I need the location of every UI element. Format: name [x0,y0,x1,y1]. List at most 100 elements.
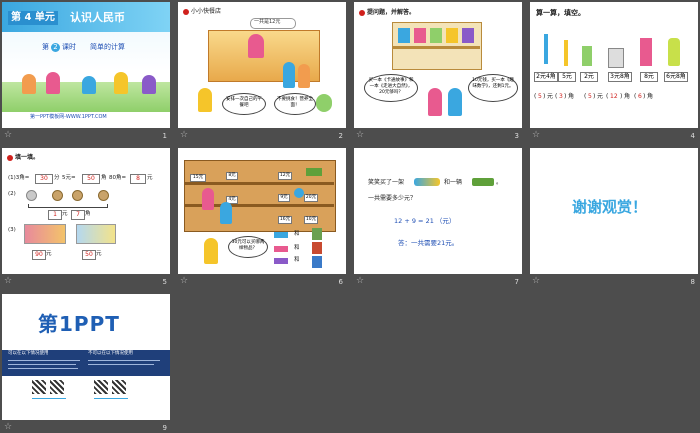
answer-paren: ( [606,93,609,100]
slide-thumbnail-4[interactable]: 算一算，填空。 2元4角 5元 2元 3元8角 8元 6元8角 ( 5 ) 元 … [530,2,698,140]
slide-thumbnail-2[interactable]: 小小快餐店 一共是12元 安排一次自己的午餐吧 不要挑食！营养全面！ ☆ 2 [178,2,346,140]
glue-icon [582,46,592,66]
coin-icon [72,190,83,201]
slide-number: 8 [690,278,695,286]
slide-thumbnail-7[interactable]: 笑笑买了一架 和一辆 。 一共需要多少元？ 12 + 9 = 21 （元） 答：… [354,148,522,286]
slide-8-canvas: 谢谢观赏！ [530,148,698,274]
price-tag: 2元 [580,72,598,82]
question-text: 元 [96,251,102,257]
slide-transition-icon: ☆ [4,276,13,286]
slide-number: 5 [162,278,167,286]
unit-title: 认识人民币 [70,11,125,24]
lesson-name: 简单的计算 [90,43,125,51]
answer-value: 5 [538,93,542,100]
slide-thumbnail-9[interactable]: 第1PPT 可以在以下情况使用 不可以在以下情况使用 ☆ 9 [2,294,170,432]
pen-icon [544,34,548,64]
answer-value: 12 [610,93,618,100]
bullet-icon [359,10,365,16]
mascot-figure [316,94,332,112]
answer-unit: 角 [647,93,654,100]
coin-icon [26,190,37,201]
slide-number: 4 [690,132,695,140]
answer-unit: 角 [624,93,631,100]
question-text: 。 [496,179,503,186]
bullet-icon [183,9,189,15]
shopkeeper-figure [202,188,214,210]
answer-box: 90 [32,250,46,260]
slide-transition-icon: ☆ [356,130,365,140]
robot-icon [312,256,322,268]
slide-thumbnail-6[interactable]: 15元 8元 12元 4元 9元 20元 16元 10元 30元可以买哪两样物品… [178,148,346,286]
child-figure [142,75,156,94]
price-tag: 12元 [278,172,292,180]
toy-icon [294,188,304,198]
banknote-group [76,224,116,244]
slide-number: 2 [338,132,343,140]
answer-box: 50 [82,174,100,184]
qr-code [112,380,126,394]
slide-transition-icon: ☆ [532,130,541,140]
footer-text: 第一PPT模板网-WWW.1PPT.COM [30,114,107,120]
unit-badge: 第 4 单元 [8,11,58,25]
lesson-number: 2 [51,43,60,52]
shelf-board [392,46,480,49]
slide-thumbnail-8[interactable]: 谢谢观赏！ ☆ 8 [530,148,698,286]
slide-4-canvas: 算一算，填空。 2元4角 5元 2元 3元8角 8元 6元8角 ( 5 ) 元 … [530,2,698,128]
child-figure [298,64,310,88]
slide-transition-icon: ☆ [4,422,13,432]
coin-icon [98,190,109,201]
usage-col-title: 不可以在以下情况使用 [88,351,133,356]
answer-value: 5 [588,93,592,100]
answer-paren: ( [634,93,637,100]
book [462,28,474,43]
slide-transition-icon: ☆ [4,130,13,140]
bottle-icon [668,38,680,66]
qr-code [94,380,108,394]
price-tag: 9元 [278,194,290,202]
question-text: 一共需要多少元？ [368,195,417,202]
answer-unit: 元 [547,93,554,100]
slide-1-canvas: 第 4 单元 认识人民币 第 2 课时 简单的计算 第一PPT模板网-WWW.1… [2,2,170,128]
coin-icon [52,190,63,201]
price-tag: 16元 [278,216,292,224]
slide-9-canvas: 第1PPT 可以在以下情况使用 不可以在以下情况使用 [2,294,170,420]
lesson-suffix: 课时 [62,43,76,51]
thanks-text: 谢谢观赏！ [572,198,648,216]
boy-figure [448,88,462,116]
answer-unit: ) [643,93,646,100]
pencil-icon [564,40,568,66]
slide-6-canvas: 15元 8元 12元 4元 9元 20元 16元 10元 30元可以买哪两样物品… [178,148,346,274]
text-line [94,398,128,399]
price-tag: 15元 [190,174,206,182]
slide-thumbnail-3[interactable]: 提问题，并解答。 买一本《卡通故事》和一本《走进大自然》，20元够吗？ 10元钱… [354,2,522,140]
and-label: 和 [294,245,300,251]
slide-transition-icon: ☆ [180,276,189,286]
lesson-prefix: 第 [42,43,49,51]
question-text: 元 [46,251,52,257]
speech-bubble-question: 买一本《卡通故事》和一本《走进大自然》，20元够吗？ [364,74,418,102]
slide-7-canvas: 笑笑买了一架 和一辆 。 一共需要多少元？ 12 + 9 = 21 （元） 答：… [354,148,522,274]
child-figure [114,72,128,94]
girl-figure [428,88,442,116]
robot-icon [312,242,322,254]
equation-text: 12 + 9 = 21 （元） [394,217,456,225]
question-text: (1)3角= [8,175,30,181]
slide-number: 7 [514,278,519,286]
answer-unit: 元 [597,93,604,100]
speech-bubble: 30元可以买哪两样物品？ [228,236,268,258]
shopkeeper-figure [248,34,264,58]
slide-transition-icon: ☆ [180,130,189,140]
slide-heading: 提问题，并解答。 [367,9,416,16]
shop-title: 小小快餐店 [191,8,222,15]
and-label: 和 [294,231,300,237]
price-text: 一共是12元 [254,19,281,25]
slide-heading: 算一算，填空。 [536,9,585,17]
question-text: (2) [8,191,16,197]
slide-thumbnail-5[interactable]: 填一填。 (1)3角= 30 分 5元= 50 角 80角= 8 元 (2) 1… [2,148,170,286]
text-line [32,398,66,399]
text-line [88,360,160,361]
question-text: 笑笑买了一架 [368,179,405,186]
slide-thumbnail-1[interactable]: 第 4 单元 认识人民币 第 2 课时 简单的计算 第一PPT模板网-WWW.1… [2,2,170,140]
question-text: 和一辆 [444,179,463,186]
answer-unit: ) [543,93,546,100]
